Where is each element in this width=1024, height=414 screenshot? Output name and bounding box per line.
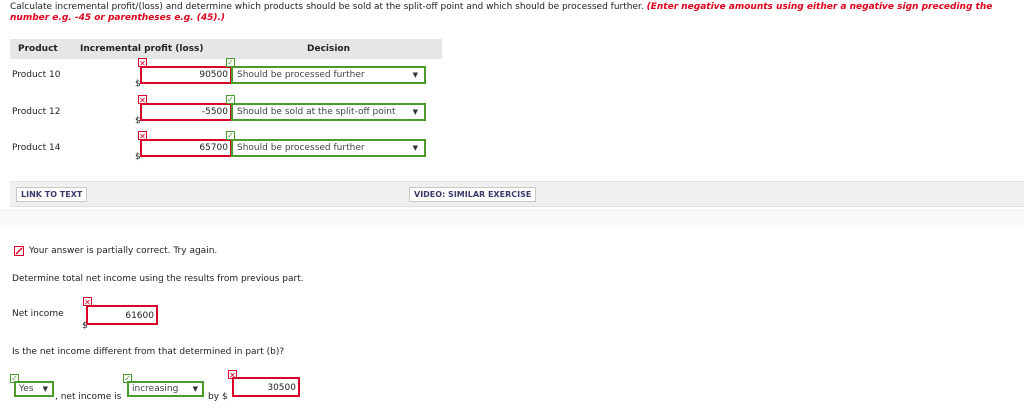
instructions-text: Calculate incremental profit/(loss) and … (10, 2, 644, 12)
decision-select-value: Should be sold at the split-off point (237, 107, 396, 117)
row-product-12-label: Product 12 (12, 107, 61, 117)
table-header: Product Incremental profit (loss) Decisi… (10, 39, 442, 59)
currency-symbol: $ (222, 392, 228, 402)
feedback-status: Your answer is partially correct. Try ag… (29, 246, 218, 256)
direction-select-value: increasing (132, 384, 179, 394)
header-incremental-profit: Incremental profit (loss) (80, 44, 204, 54)
link-bar-right: VIDEO: SIMILAR EXERCISE (404, 181, 1024, 207)
decision-select-value: Should be processed further (237, 70, 365, 80)
section-divider (0, 210, 1024, 227)
profit-input-product-14[interactable]: 65700 (140, 139, 232, 157)
net-income-input[interactable]: 61600 (86, 305, 158, 325)
profit-input-product-12[interactable]: -5500 (140, 103, 232, 121)
link-bar-left: LINK TO TEXT (10, 181, 404, 207)
triangle-down-icon: ▼ (42, 385, 48, 393)
triangle-down-icon: ▼ (412, 71, 418, 79)
header-product: Product (18, 44, 58, 54)
decision-select-product-12[interactable]: Should be sold at the split-off point ▼ (231, 103, 426, 121)
net-income-is-text: , net income is (55, 392, 122, 402)
yes-no-select[interactable]: Yes ▼ (14, 381, 54, 397)
instructions: Calculate incremental profit/(loss) and … (10, 2, 1014, 24)
triangle-down-icon: ▼ (412, 108, 418, 116)
header-decision: Decision (307, 44, 351, 54)
triangle-down-icon: ▼ (412, 144, 418, 152)
yes-no-select-value: Yes (19, 384, 34, 394)
row-product-14-label: Product 14 (12, 143, 61, 153)
net-income-label: Net income (12, 309, 64, 319)
row-product-10-label: Product 10 (12, 70, 61, 80)
decision-select-product-14[interactable]: Should be processed further ▼ (231, 139, 426, 157)
video-similar-exercise-button[interactable]: VIDEO: SIMILAR EXERCISE (409, 187, 537, 202)
decision-select-product-10[interactable]: Should be processed further ▼ (231, 66, 426, 84)
by-text: by (208, 392, 220, 402)
net-income-change-input[interactable]: 30500 (232, 377, 300, 397)
partially-correct-icon (14, 246, 24, 256)
direction-select[interactable]: increasing ▼ (127, 381, 204, 397)
part2-question-2: Is the net income different from that de… (12, 347, 285, 357)
decision-select-value: Should be processed further (237, 143, 365, 153)
triangle-down-icon: ▼ (192, 385, 198, 393)
part2-question: Determine total net income using the res… (12, 274, 304, 284)
link-to-text-button[interactable]: LINK TO TEXT (16, 187, 88, 202)
profit-input-product-10[interactable]: 90500 (140, 66, 232, 84)
